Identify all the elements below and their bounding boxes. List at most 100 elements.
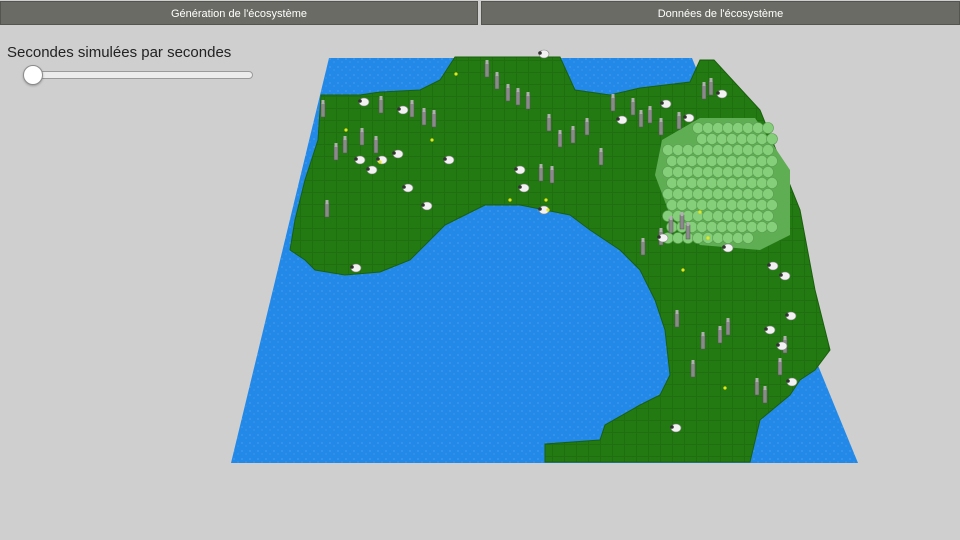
wolf-icon [598, 148, 604, 166]
tree-icon [716, 221, 728, 233]
tree-icon [766, 221, 778, 233]
wolf-icon [676, 112, 682, 130]
tree-icon [696, 177, 708, 189]
tree-icon [766, 155, 778, 167]
tree-icon [712, 144, 724, 156]
wolf-icon [630, 98, 636, 116]
wolf-icon [515, 88, 521, 106]
plant-icon [681, 268, 685, 272]
tree-icon [682, 188, 694, 200]
plant-icon [546, 208, 550, 212]
wolf-icon [333, 143, 339, 161]
tree-icon [676, 155, 688, 167]
tree-icon [696, 133, 708, 145]
tree-icon [726, 177, 738, 189]
wolf-icon [494, 72, 500, 90]
tree-icon [742, 232, 754, 244]
wolf-icon [610, 94, 616, 112]
tree-icon [702, 210, 714, 222]
tree-icon [706, 155, 718, 167]
tree-icon [762, 210, 774, 222]
ecosystem-3d-view[interactable] [0, 0, 960, 540]
tree-icon [686, 155, 698, 167]
tree-icon [692, 122, 704, 134]
wolf-icon [674, 310, 680, 328]
tree-icon [752, 122, 764, 134]
wolf-icon [754, 378, 760, 396]
tree-icon [672, 144, 684, 156]
wolf-icon [421, 108, 427, 126]
tree-icon [736, 221, 748, 233]
tree-icon [762, 188, 774, 200]
tree-icon [716, 155, 728, 167]
wolf-icon [484, 60, 490, 78]
tree-icon [726, 155, 738, 167]
tree-icon [712, 210, 724, 222]
tree-icon [756, 199, 768, 211]
tree-icon [672, 188, 684, 200]
tree-icon [746, 155, 758, 167]
tree-icon [692, 188, 704, 200]
tree-icon [702, 166, 714, 178]
tree-icon [712, 122, 724, 134]
tree-icon [722, 232, 734, 244]
tree-icon [732, 144, 744, 156]
tree-icon [756, 133, 768, 145]
wolf-icon [320, 100, 326, 118]
tree-icon [732, 188, 744, 200]
tree-icon [712, 232, 724, 244]
wolf-icon [679, 212, 685, 230]
tree-icon [692, 166, 704, 178]
plant-icon [430, 138, 434, 142]
plant-icon [344, 128, 348, 132]
wolf-icon [717, 326, 723, 344]
wolf-icon [431, 110, 437, 128]
wolf-icon [685, 222, 691, 240]
plant-icon [723, 386, 727, 390]
wolf-icon [373, 136, 379, 154]
plant-icon [706, 236, 710, 240]
plant-icon [378, 160, 382, 164]
wolf-icon [549, 166, 555, 184]
tree-icon [742, 144, 754, 156]
tree-icon [732, 122, 744, 134]
wolf-icon [777, 358, 783, 376]
tree-icon [712, 188, 724, 200]
tree-icon [722, 122, 734, 134]
tree-icon [736, 199, 748, 211]
wolf-icon [409, 100, 415, 118]
tree-icon [726, 221, 738, 233]
tree-icon [762, 144, 774, 156]
tree-icon [742, 188, 754, 200]
plant-icon [508, 198, 512, 202]
wolf-icon [342, 136, 348, 154]
tree-icon [732, 210, 744, 222]
tree-icon [742, 166, 754, 178]
tree-icon [752, 144, 764, 156]
tree-icon [722, 210, 734, 222]
plant-icon [454, 72, 458, 76]
tree-icon [746, 177, 758, 189]
forest [655, 118, 790, 250]
tree-icon [676, 177, 688, 189]
wolf-icon [546, 114, 552, 132]
tree-icon [766, 199, 778, 211]
tree-icon [732, 232, 744, 244]
tree-icon [726, 199, 738, 211]
wolf-icon [762, 386, 768, 404]
wolf-icon [570, 126, 576, 144]
tree-icon [736, 133, 748, 145]
tree-icon [762, 166, 774, 178]
tree-icon [736, 155, 748, 167]
tree-icon [766, 133, 778, 145]
tree-icon [706, 177, 718, 189]
wolf-icon [505, 84, 511, 102]
tree-icon [676, 199, 688, 211]
tree-icon [766, 177, 778, 189]
wolf-icon [584, 118, 590, 136]
tree-icon [752, 166, 764, 178]
tree-icon [716, 177, 728, 189]
tree-icon [702, 122, 714, 134]
tree-icon [692, 232, 704, 244]
tree-icon [686, 199, 698, 211]
